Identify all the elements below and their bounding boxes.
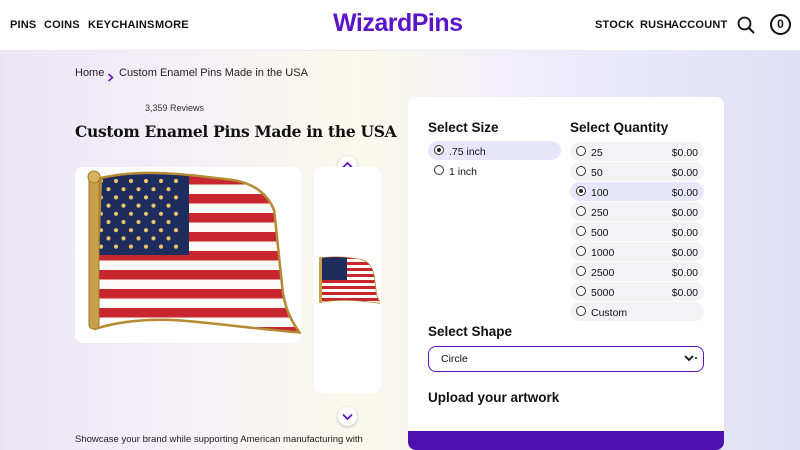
quantity-option[interactable]: 250 $0.00 (570, 202, 704, 221)
radio-button[interactable] (576, 146, 586, 156)
quantity-option[interactable]: 50 $0.00 (570, 162, 704, 181)
nav-account[interactable]: ACCOUNT (671, 19, 727, 31)
quantity-option[interactable]: 5000 $0.00 (570, 282, 704, 301)
size-option[interactable]: 1 inch (428, 161, 561, 180)
quantity-option[interactable]: 2500 $0.00 (570, 262, 704, 281)
quantity-heading: Select Quantity (570, 120, 669, 135)
radio-button[interactable] (576, 266, 586, 276)
nav-more[interactable]: MORE (155, 19, 189, 31)
quantity-option[interactable]: 100 $0.00 (570, 182, 704, 201)
breadcrumb-home[interactable]: Home (75, 67, 104, 79)
quantity-option-label: 5000 (591, 287, 615, 299)
product-image-frame (75, 167, 301, 343)
radio-button[interactable] (576, 166, 586, 176)
page-title: Custom Enamel Pins Made in the USA (75, 122, 397, 141)
quantity-option-price: $0.00 (671, 227, 698, 239)
quantity-option-price: $0.00 (671, 247, 698, 259)
nav-keychains[interactable]: KEYCHAINS (88, 19, 155, 31)
quantity-option-label: 100 (591, 187, 609, 199)
quantity-option-price: $0.00 (671, 207, 698, 219)
radio-button[interactable] (576, 186, 586, 196)
shape-select-value: Circle (441, 353, 468, 365)
site-header: PINS COINS KEYCHAINS MORE WizardPins STO… (0, 0, 800, 51)
panel-footer-bar (408, 431, 724, 450)
nav-stock[interactable]: STOCK (595, 19, 634, 31)
search-icon[interactable] (737, 16, 755, 39)
nav-rush[interactable]: RUSH (640, 19, 672, 31)
thumbnail-scroll-down-button[interactable] (338, 407, 357, 426)
quantity-option[interactable]: 500 $0.00 (570, 222, 704, 241)
site-logo[interactable]: WizardPins (333, 9, 463, 38)
quantity-option-label: Custom (591, 307, 628, 319)
quantity-option-label: 25 (591, 147, 603, 159)
shape-heading: Select Shape (428, 324, 513, 339)
quantity-option-label: 2500 (591, 267, 615, 279)
size-option[interactable]: .75 inch (428, 141, 561, 160)
size-option-label: .75 inch (449, 146, 486, 158)
upload-heading: Upload your artwork (428, 390, 560, 405)
radio-button[interactable] (576, 286, 586, 296)
quantity-option-price: $0.00 (671, 267, 698, 279)
quantity-option-price: $0.00 (671, 287, 698, 299)
radio-button[interactable] (576, 206, 586, 216)
nav-pins[interactable]: PINS (10, 19, 36, 31)
chevron-down-icon (342, 413, 353, 421)
product-description: Showcase your brand while supporting Ame… (75, 434, 363, 445)
chevron-down-icon (684, 354, 698, 367)
quantity-option-label: 250 (591, 207, 609, 219)
quantity-option-label: 500 (591, 227, 609, 239)
review-count[interactable]: 3,359 Reviews (145, 103, 204, 113)
quantity-option[interactable]: 25 $0.00 (570, 142, 704, 161)
quantity-option[interactable]: 1000 $0.00 (570, 242, 704, 261)
thumbnail-image[interactable] (316, 255, 380, 305)
thumbnail-strip (314, 167, 381, 393)
product-image (87, 170, 301, 334)
radio-button[interactable] (576, 226, 586, 236)
configurator-panel: Select Size .75 inch 1 inch Select Quanti… (408, 97, 724, 450)
radio-button[interactable] (576, 246, 586, 256)
radio-button[interactable] (434, 145, 444, 155)
shape-select[interactable]: Circle (428, 346, 704, 372)
quantity-option[interactable]: Custom (570, 302, 704, 321)
size-heading: Select Size (428, 120, 499, 135)
quantity-option-price: $0.00 (671, 187, 698, 199)
quantity-option-price: $0.00 (671, 167, 698, 179)
size-option-label: 1 inch (449, 166, 478, 178)
radio-button[interactable] (576, 306, 586, 316)
radio-button[interactable] (434, 165, 444, 175)
nav-coins[interactable]: COINS (44, 19, 80, 31)
cart-count: 0 (777, 17, 784, 31)
quantity-option-price: $0.00 (671, 147, 698, 159)
cart-icon[interactable]: 0 (770, 14, 791, 35)
quantity-option-label: 50 (591, 167, 603, 179)
chevron-right-icon (107, 69, 114, 87)
quantity-option-label: 1000 (591, 247, 615, 259)
breadcrumb-current: Custom Enamel Pins Made in the USA (119, 67, 308, 79)
